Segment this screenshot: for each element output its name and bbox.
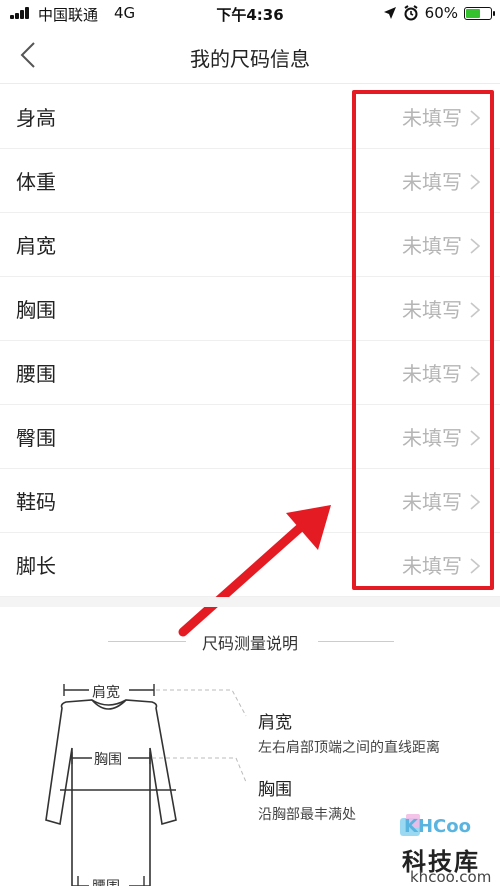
guide-item-text: 左右肩部顶端之间的直线距离 — [258, 740, 440, 756]
guide-title: 尺码测量说明 — [201, 634, 298, 653]
watermark-url: khcoo.com — [410, 868, 492, 886]
diagram-label-chest: 胸围 — [94, 752, 122, 768]
watermark-brand: KHCoo — [404, 816, 471, 837]
diagram-label-shoulder: 肩宽 — [92, 685, 120, 701]
guide-item-title: 胸围 — [258, 780, 292, 800]
guide-item-text: 沿胸部最丰满处 — [258, 807, 356, 823]
title-line-right — [318, 641, 394, 642]
sweater-diagram — [45, 681, 247, 886]
diagram-label-waist: 腰围 — [92, 876, 120, 886]
section-divider — [0, 597, 500, 607]
guide-item-title: 肩宽 — [258, 713, 292, 733]
size-info-page: 中国联通 4G 下午4:36 60% 我的尺码信息 身高 未填写 体重 未填写 … — [0, 0, 500, 886]
